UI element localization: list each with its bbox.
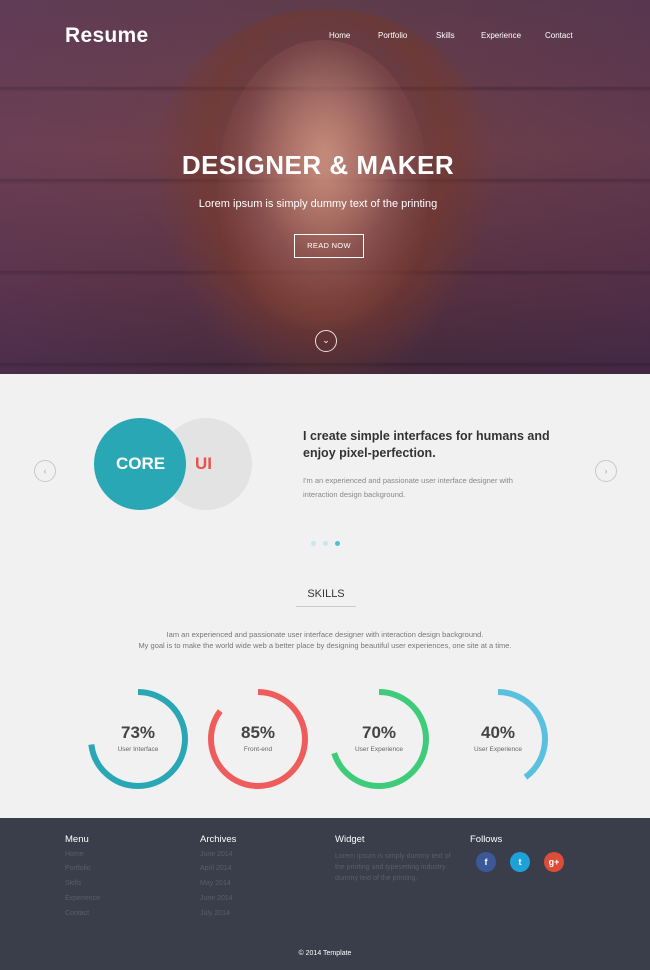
ui-label: UI [195, 454, 212, 473]
slider-next-button[interactable]: › [595, 460, 617, 482]
nav-skills[interactable]: Skills [436, 31, 455, 40]
footer-menu-item[interactable]: Experience [65, 895, 100, 902]
about-title: I create simple interfaces for humans an… [303, 429, 550, 460]
core-label: CORE [116, 454, 166, 473]
footer-archive-item[interactable]: July 2014 [200, 910, 230, 917]
hero-subtitle: Lorem ipsum is simply dummy text of the … [198, 198, 438, 210]
skill-label: User Experience [354, 746, 404, 753]
footer-archive-item[interactable]: May 2014 [200, 880, 231, 887]
slider-prev-button[interactable]: ‹ [34, 460, 56, 482]
skills-desc-line2: My goal is to make the world wide web a … [138, 641, 512, 650]
read-now-button[interactable]: READ NOW [294, 234, 364, 258]
nav-home[interactable]: Home [329, 31, 350, 40]
facebook-icon[interactable]: f [476, 852, 496, 872]
nav-contact[interactable]: Contact [545, 31, 573, 40]
skill-label: User Experience [473, 746, 523, 753]
footer-widget-title: Widget [335, 834, 365, 845]
footer-menu-title: Menu [65, 834, 89, 845]
footer-follows-title: Follows [470, 834, 503, 845]
footer-archive-item[interactable]: June 2014 [200, 851, 233, 858]
skill-percent: 70% [361, 723, 397, 742]
footer-menu-item[interactable]: Portfolio [65, 865, 91, 872]
skill-label: User Interface [117, 746, 159, 753]
skill-percent: 85% [240, 723, 276, 742]
skill-percent: 40% [480, 723, 516, 742]
skills-divider [296, 606, 356, 607]
slider-dot-3[interactable] [335, 541, 340, 546]
copyright: © 2014 Template [298, 950, 352, 957]
skills-title: SKILLS [307, 588, 345, 600]
twitter-icon[interactable]: t [510, 852, 530, 872]
footer-menu-item[interactable]: Contact [65, 910, 89, 917]
skill-label: Front-end [243, 746, 273, 753]
skill-gauge: 85% Front-end [205, 686, 311, 792]
chevron-left-icon: ‹ [43, 466, 47, 476]
footer-archive-item[interactable]: April 2014 [200, 865, 232, 872]
main-nav: Home Portfolio Skills Experience Contact [0, 31, 650, 45]
scroll-down-button[interactable]: ⌄ [315, 330, 337, 352]
hero-title: DESIGNER & MAKER [181, 150, 455, 180]
nav-experience[interactable]: Experience [481, 31, 521, 40]
hero-portrait [218, 40, 428, 330]
footer-archives-title: Archives [200, 834, 237, 845]
footer-archive-item[interactable]: June 2014 [200, 895, 233, 902]
footer-widget-text: Lorem Ipsum is simply dummy text of the … [335, 853, 451, 882]
footer-menu-item[interactable]: Skills [65, 880, 81, 887]
slider-dot-1[interactable] [311, 541, 316, 546]
skill-gauge: 70% User Experience [326, 686, 432, 792]
about-text: I'm an experienced and passionate user i… [303, 476, 513, 499]
skills-desc-line1: Iam an experienced and passionate user i… [166, 630, 484, 639]
chevron-down-icon: ⌄ [322, 335, 330, 345]
slider-dot-2[interactable] [323, 541, 328, 546]
hero-banner [0, 0, 650, 374]
nav-portfolio[interactable]: Portfolio [378, 31, 407, 40]
chevron-right-icon: › [604, 466, 608, 476]
footer-menu-item[interactable]: Home [65, 851, 84, 858]
skill-gauge: 40% User Experience [445, 686, 551, 792]
skill-gauge: 73% User Interface [85, 686, 191, 792]
skill-percent: 73% [120, 723, 156, 742]
footer [0, 818, 650, 970]
google-plus-icon[interactable]: g+ [544, 852, 564, 872]
